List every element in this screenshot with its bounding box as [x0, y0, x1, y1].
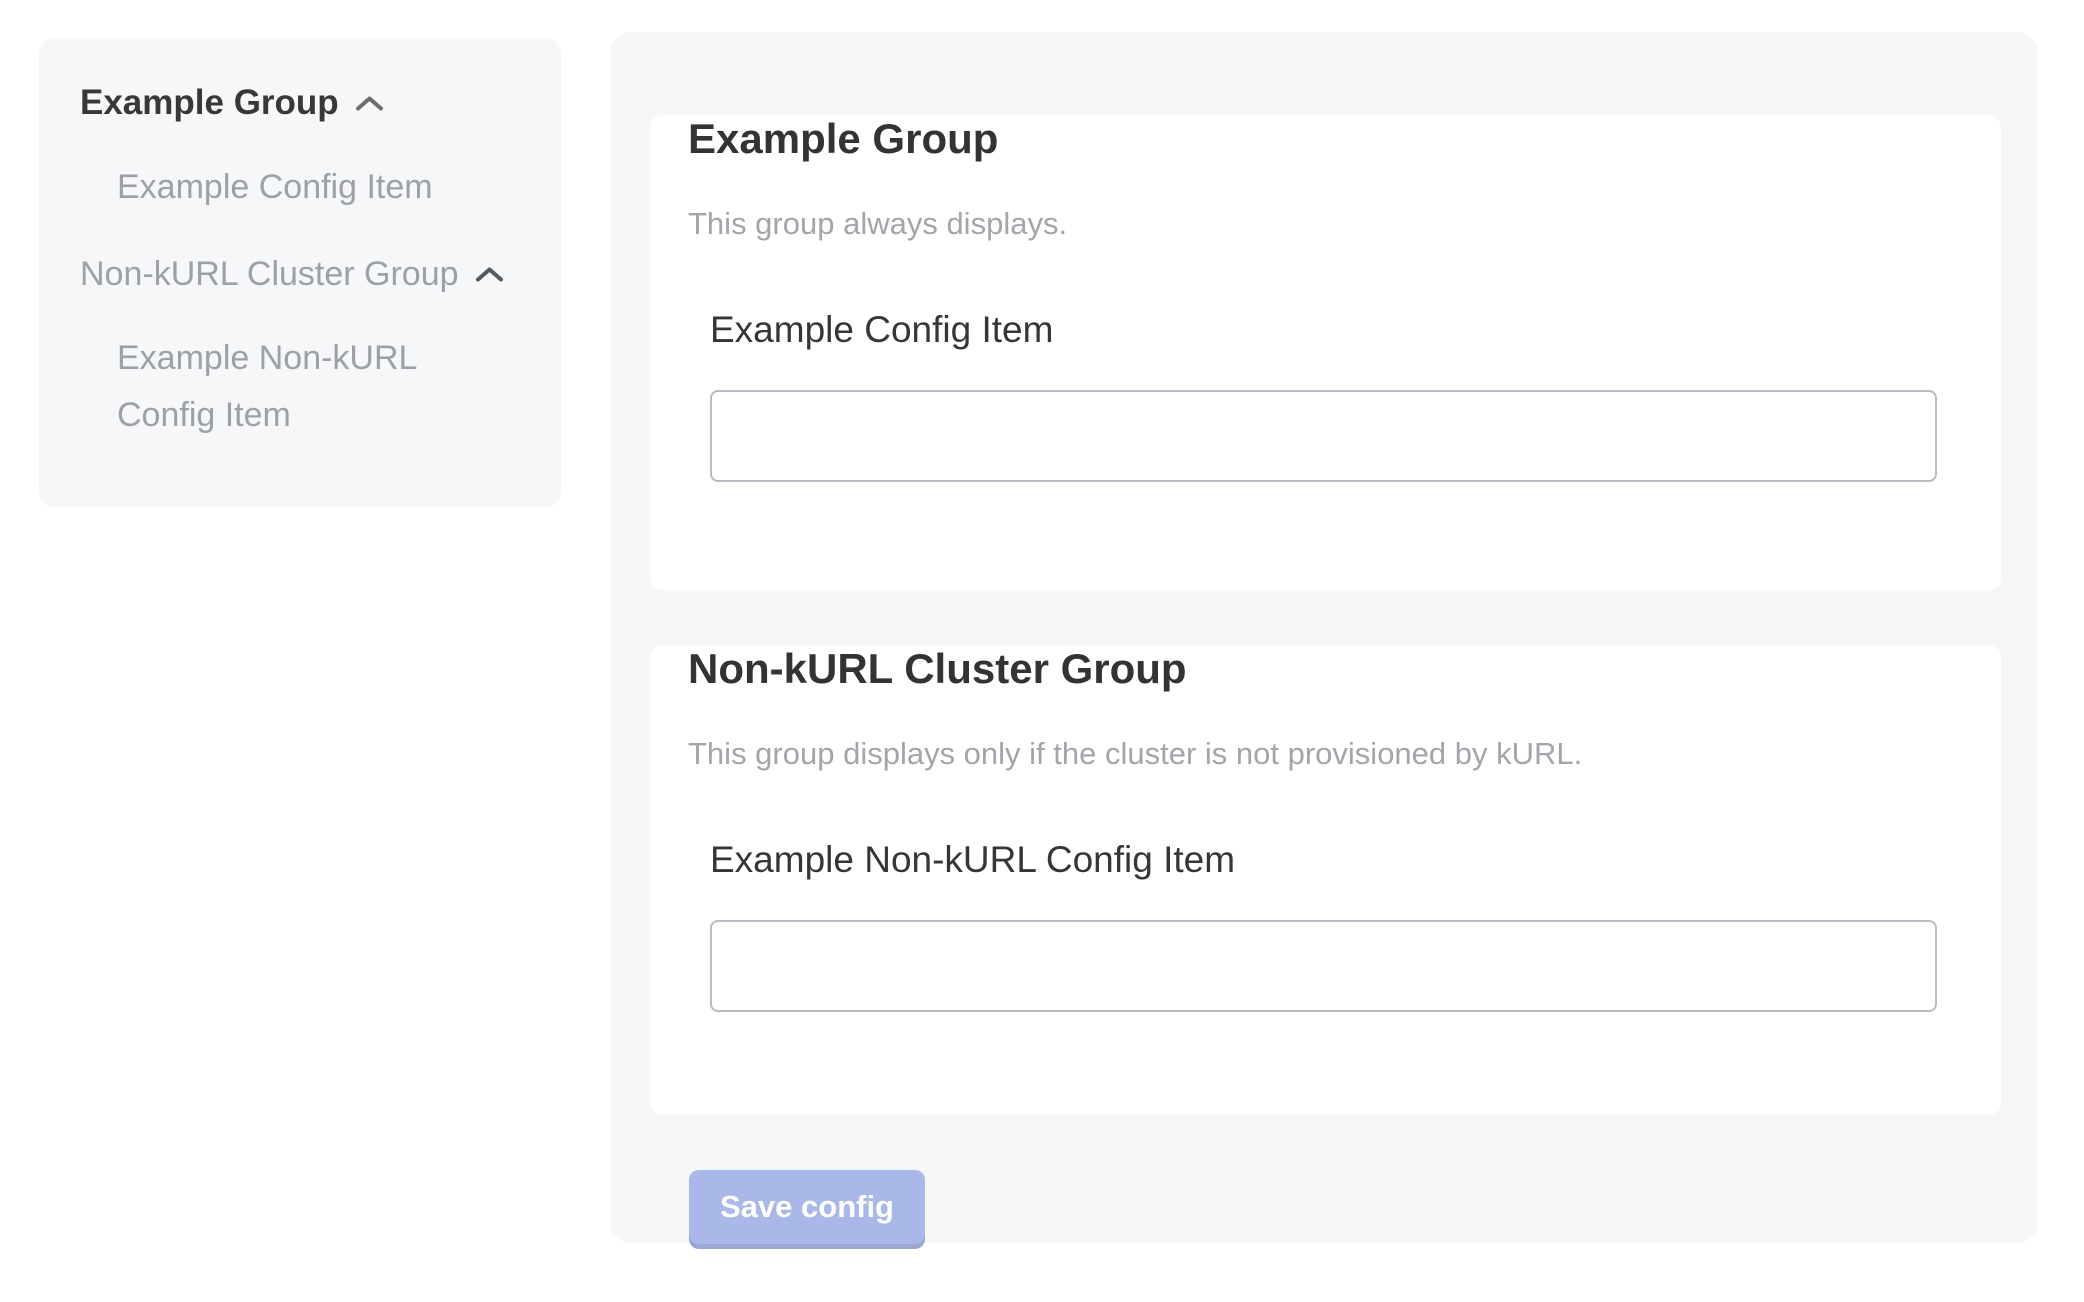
sidebar-group-label: Non-kURL Cluster Group [80, 252, 459, 296]
sidebar-group-example-group[interactable]: Example Group [80, 81, 521, 125]
sidebar-item-example-config-item[interactable]: Example Config Item [117, 159, 477, 216]
chevron-up-icon[interactable] [474, 266, 505, 283]
chevron-up-icon[interactable] [354, 95, 385, 112]
group-title: Example Group [688, 115, 2001, 163]
sidebar-group-label: Example Group [80, 81, 339, 125]
save-config-button[interactable]: Save config [689, 1170, 925, 1244]
config-item-label: Example Non-kURL Config Item [710, 838, 2001, 882]
config-group-card-example-group: Example Group This group always displays… [650, 115, 2001, 590]
sidebar-item-example-non-kurl-config-item[interactable]: Example Non-kURL Config Item [117, 330, 477, 444]
config-nav-sidebar: Example Group Example Config Item Non-kU… [39, 38, 561, 507]
config-item-label: Example Config Item [710, 308, 2001, 352]
config-panel: Example Group This group always displays… [610, 32, 2038, 1243]
group-title: Non-kURL Cluster Group [688, 645, 2001, 693]
example-non-kurl-config-item-input[interactable] [710, 920, 1937, 1012]
sidebar-group-non-kurl-cluster-group[interactable]: Non-kURL Cluster Group [80, 252, 521, 296]
config-group-card-non-kurl-cluster-group: Non-kURL Cluster Group This group displa… [650, 645, 2001, 1115]
group-description: This group displays only if the cluster … [688, 734, 2001, 774]
group-description: This group always displays. [688, 204, 2001, 244]
example-config-item-input[interactable] [710, 390, 1937, 482]
